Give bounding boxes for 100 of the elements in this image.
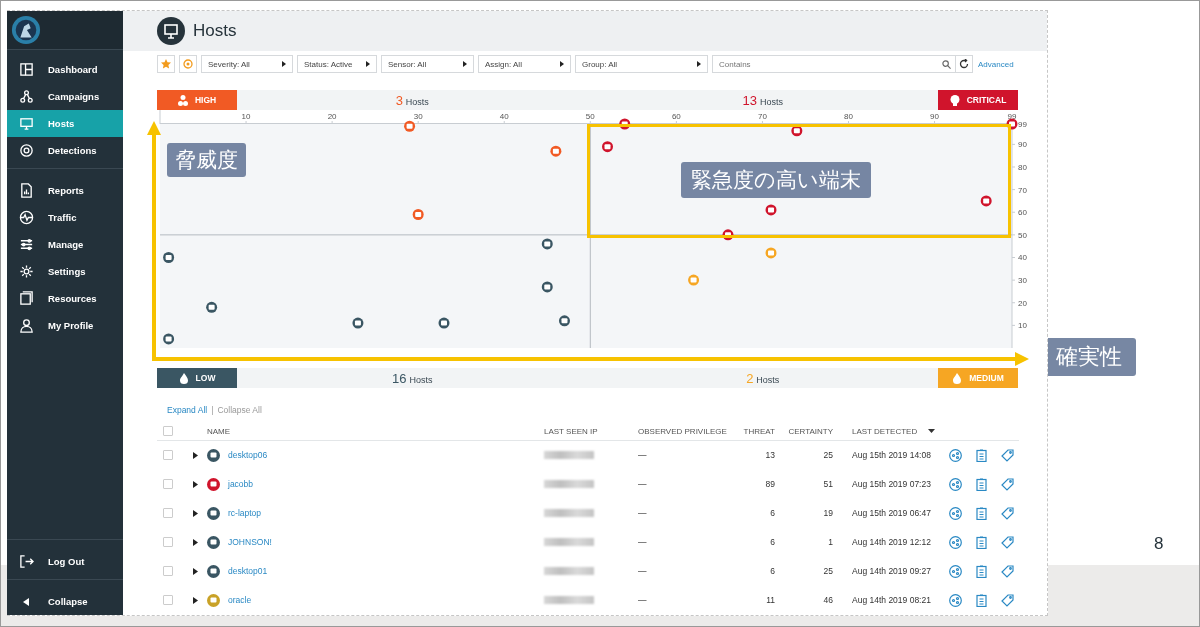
sidebar-item[interactable]: My Profile <box>7 312 123 339</box>
row-checkbox[interactable] <box>163 450 173 460</box>
table-row[interactable]: JOHNSON! — 6 1 Aug 14th 2019 12:12 <box>157 528 1019 557</box>
tag-icon[interactable] <box>1000 593 1014 607</box>
host-marker[interactable] <box>541 238 553 250</box>
host-count-unit: Hosts <box>409 374 433 385</box>
pulse-icon <box>19 210 34 225</box>
x-tick-label: 30 <box>413 112 423 121</box>
clipboard-icon[interactable] <box>975 564 987 578</box>
network-icon[interactable] <box>948 593 962 607</box>
column-header[interactable]: THREAT <box>727 426 775 436</box>
favorite-button[interactable] <box>157 55 175 73</box>
network-icon[interactable] <box>948 448 962 462</box>
host-name-link[interactable]: jacobb <box>225 479 544 489</box>
table-row[interactable]: jacobb — 89 51 Aug 15th 2019 07:23 <box>157 470 1019 499</box>
sidebar-item[interactable]: Campaigns <box>7 83 123 110</box>
row-checkbox[interactable] <box>163 566 173 576</box>
host-name-link[interactable]: desktop01 <box>225 566 544 576</box>
host-marker[interactable] <box>352 317 364 329</box>
clipboard-icon[interactable] <box>975 448 987 462</box>
advanced-link[interactable]: Advanced <box>978 59 1014 69</box>
column-header[interactable]: NAME <box>207 426 544 436</box>
blurred-ip-placeholder <box>544 451 594 459</box>
network-icon[interactable] <box>948 477 962 491</box>
host-marker[interactable] <box>404 120 416 132</box>
privilege-cell-text: — <box>638 595 648 605</box>
host-marker[interactable] <box>619 118 631 130</box>
host-name-link[interactable]: desktop06 <box>225 450 544 460</box>
sidebar-item[interactable]: Settings <box>7 258 123 285</box>
host-name-link[interactable]: JOHNSON! <box>225 537 544 547</box>
table-row[interactable]: desktop01 — 6 25 Aug 14th 2019 09:27 <box>157 557 1019 586</box>
host-marker[interactable] <box>163 252 175 263</box>
host-marker[interactable] <box>791 125 803 137</box>
row-checkbox[interactable] <box>163 537 173 547</box>
host-marker[interactable] <box>163 333 175 345</box>
tag-icon[interactable] <box>1000 477 1014 491</box>
table-row[interactable]: oracle — 11 46 Aug 14th 2019 08:21 <box>157 586 1019 615</box>
sidebar-item[interactable]: Manage <box>7 231 123 258</box>
row-checkbox[interactable] <box>163 508 173 518</box>
clipboard-icon[interactable] <box>975 593 987 607</box>
sidebar-item[interactable]: Resources <box>7 285 123 312</box>
column-header[interactable]: CERTAINTY <box>775 426 833 436</box>
expand-caret-icon[interactable] <box>193 480 198 488</box>
star-icon <box>161 59 171 69</box>
filter-dropdown[interactable]: Severity: All <box>201 55 293 73</box>
sidebar-item[interactable]: Log Out <box>7 548 123 575</box>
skull-icon <box>949 94 960 106</box>
host-marker[interactable] <box>765 247 777 259</box>
tag-icon[interactable] <box>1000 506 1014 520</box>
host-count-unit: Hosts <box>405 96 429 107</box>
host-marker[interactable] <box>438 317 450 329</box>
column-header[interactable]: LAST DETECTED <box>852 426 942 436</box>
sidebar-item[interactable]: Traffic <box>7 204 123 231</box>
host-marker[interactable] <box>688 274 700 286</box>
host-marker[interactable] <box>765 204 777 216</box>
host-marker[interactable] <box>1006 118 1018 130</box>
filter-dropdown[interactable]: Assign: All <box>478 55 571 73</box>
target-button[interactable] <box>179 55 197 73</box>
clipboard-icon[interactable] <box>975 506 987 520</box>
sidebar-item[interactable]: Detections <box>7 137 123 164</box>
table-row[interactable]: rc-laptop — 6 19 Aug 15th 2019 06:47 <box>157 499 1019 528</box>
search-field[interactable]: Contains <box>712 55 956 73</box>
filter-dropdown[interactable]: Group: All <box>575 55 708 73</box>
column-header[interactable]: LAST SEEN IP <box>544 426 638 436</box>
row-checkbox[interactable] <box>163 479 173 489</box>
filter-dropdown[interactable]: Status: Active <box>297 55 377 73</box>
host-name-link[interactable]: rc-laptop <box>225 508 544 518</box>
sidebar-item[interactable]: Reports <box>7 177 123 204</box>
host-marker[interactable] <box>602 141 613 153</box>
tag-icon[interactable] <box>1000 564 1014 578</box>
network-icon[interactable] <box>948 506 962 520</box>
bulk-link[interactable]: Expand All <box>167 405 208 415</box>
expand-caret-icon[interactable] <box>193 538 198 546</box>
host-marker[interactable] <box>550 145 562 157</box>
expand-caret-icon[interactable] <box>193 451 198 459</box>
host-marker[interactable] <box>541 281 553 293</box>
expand-caret-icon[interactable] <box>193 509 198 517</box>
tag-icon[interactable] <box>1000 448 1014 462</box>
select-all-checkbox[interactable] <box>163 426 173 436</box>
table-row[interactable]: desktop06 — 13 25 Aug 15th 2019 14:08 <box>157 441 1019 470</box>
tag-icon[interactable] <box>1000 535 1014 549</box>
row-checkbox[interactable] <box>163 595 173 605</box>
expand-caret-icon[interactable] <box>193 596 198 604</box>
network-icon[interactable] <box>948 535 962 549</box>
network-icon[interactable] <box>948 564 962 578</box>
host-marker[interactable] <box>412 209 424 220</box>
sidebar-item[interactable]: Dashboard <box>7 56 123 83</box>
host-name-link[interactable]: oracle <box>225 595 544 605</box>
expand-caret-icon[interactable] <box>193 567 198 575</box>
host-marker[interactable] <box>980 195 992 207</box>
host-marker[interactable] <box>559 315 570 327</box>
column-header[interactable]: OBSERVED PRIVILEGE <box>638 426 727 436</box>
host-marker[interactable] <box>206 301 218 313</box>
last-detected-cell-text: Aug 15th 2019 06:47 <box>852 508 932 518</box>
clipboard-icon[interactable] <box>975 477 987 491</box>
host-marker[interactable] <box>722 229 734 241</box>
privilege-cell-text: — <box>638 566 648 576</box>
sidebar-item[interactable]: Collapse <box>7 588 123 615</box>
filter-dropdown[interactable]: Sensor: All <box>381 55 474 73</box>
clipboard-icon[interactable] <box>975 535 987 549</box>
